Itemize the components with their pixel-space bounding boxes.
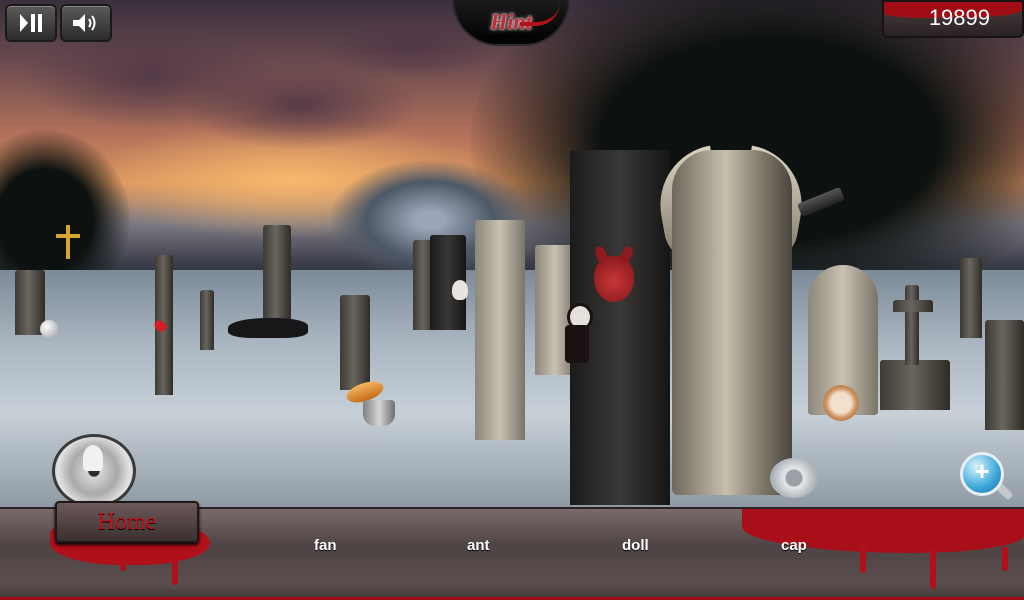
- gravestone: [960, 258, 982, 338]
- home-label: Home: [97, 508, 157, 535]
- lying-figure[interactable]: [228, 318, 308, 338]
- hint-meter: [520, 2, 560, 26]
- score-panel: 19899: [882, 0, 1024, 38]
- find-word: cap: [781, 537, 807, 554]
- graveyard-scene[interactable]: Hint 19899 +: [0, 0, 1024, 507]
- gravestone-base: [880, 360, 950, 410]
- pause-icon: [20, 14, 42, 32]
- home-button[interactable]: Home: [55, 501, 199, 543]
- alarm-clock[interactable]: [823, 385, 859, 421]
- find-word: doll: [622, 537, 649, 554]
- creepy-doll[interactable]: [563, 303, 593, 363]
- speaker-icon: [73, 14, 96, 32]
- skull[interactable]: [452, 280, 468, 300]
- electric-fan[interactable]: [52, 434, 136, 507]
- item-list-bar: Home fan ant doll cap: [0, 501, 1024, 600]
- gravestone: [340, 295, 370, 390]
- duct-tape-roll[interactable]: [770, 458, 818, 498]
- game-stage: Hint 19899 + Home fan ant doll cap: [0, 0, 1024, 600]
- gravestone: [263, 225, 291, 320]
- find-word: fan: [314, 537, 337, 554]
- gravestone-pillar: [475, 220, 525, 440]
- pause-button[interactable]: [5, 4, 57, 42]
- sound-button[interactable]: [60, 4, 112, 42]
- glass-ball[interactable]: [40, 320, 58, 338]
- find-word: ant: [467, 537, 490, 554]
- flower-pot[interactable]: [363, 400, 395, 426]
- zoom-button[interactable]: +: [958, 450, 1016, 506]
- gravestone: [985, 320, 1024, 430]
- gravestone: [200, 290, 214, 350]
- devil-mask[interactable]: [594, 256, 634, 302]
- stone-cross: [905, 285, 919, 365]
- golden-cross[interactable]: [56, 225, 80, 259]
- score-value: 19899: [928, 5, 990, 30]
- angel-statue: [672, 150, 792, 495]
- stone-cross-arm: [893, 300, 933, 312]
